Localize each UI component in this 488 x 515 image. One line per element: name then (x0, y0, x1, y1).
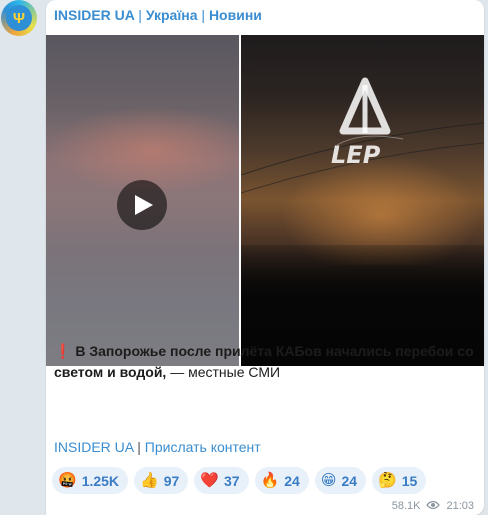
fire-icon: 🔥 (260, 471, 280, 489)
exclamation-icon: ❗️ (54, 343, 72, 359)
heart-icon: ❤️ (200, 471, 219, 489)
message-meta: 58.1K 21:03 (392, 499, 474, 513)
message-bubble: INSIDER UA | Україна | Новини LEP ❗️ В З… (46, 0, 484, 515)
reaction-fire[interactable]: 🔥 24 (254, 467, 309, 494)
lep-logo-text: LEP (331, 141, 381, 169)
thinking-face-icon: 🤔 (378, 471, 397, 489)
grinning-face-icon: 😁 (320, 471, 337, 489)
photo-thumbnail[interactable]: LEP (241, 35, 484, 366)
ukraine-trident-icon: Ψ (6, 5, 32, 31)
header-separator: | (201, 7, 206, 23)
reaction-count: 24 (341, 472, 358, 489)
svg-text:LEP: LEP (331, 141, 381, 169)
message-time: 21:03 (446, 500, 474, 512)
channel-avatar[interactable]: Ψ (1, 0, 37, 36)
eye-icon (426, 499, 441, 513)
header-separator: | (138, 7, 142, 23)
reaction-grin[interactable]: 😁 24 (314, 467, 367, 494)
reaction-count: 37 (224, 472, 240, 489)
play-icon (135, 195, 153, 215)
footer-links: INSIDER UA | Прислать контент (54, 439, 261, 455)
reaction-count: 97 (163, 472, 180, 489)
reaction-thinking[interactable]: 🤔 15 (372, 467, 427, 494)
view-count: 58.1K (391, 500, 421, 512)
message-tail: — местные СМИ (166, 364, 281, 380)
channel-link[interactable]: INSIDER UA (54, 439, 133, 455)
reaction-thumbs-up[interactable]: 👍 97 (134, 467, 189, 494)
header-country[interactable]: Україна (146, 7, 198, 23)
play-button[interactable] (117, 180, 167, 230)
reaction-angry[interactable]: 🤬 1.25K (52, 467, 129, 494)
angry-face-icon: 🤬 (58, 471, 77, 489)
header-section[interactable]: Новини (209, 7, 262, 23)
message-text: ❗️ В Запорожье после прилёта КАБов начал… (54, 341, 474, 383)
thumbs-up-icon: 👍 (140, 471, 159, 489)
reaction-count: 15 (401, 472, 418, 489)
channel-name[interactable]: INSIDER UA (54, 7, 134, 23)
reaction-heart[interactable]: ❤️ 37 (194, 467, 249, 494)
media-album: LEP (46, 35, 484, 366)
reaction-count: 24 (284, 472, 300, 489)
links-separator: | (137, 439, 141, 455)
reaction-count: 1.25K (81, 472, 120, 489)
channel-header[interactable]: INSIDER UA | Україна | Новини (54, 7, 262, 23)
reactions-bar: 🤬 1.25K 👍 97 ❤️ 37 🔥 24 😁 24 🤔 15 (52, 467, 427, 494)
submit-content-link[interactable]: Прислать контент (145, 439, 261, 455)
